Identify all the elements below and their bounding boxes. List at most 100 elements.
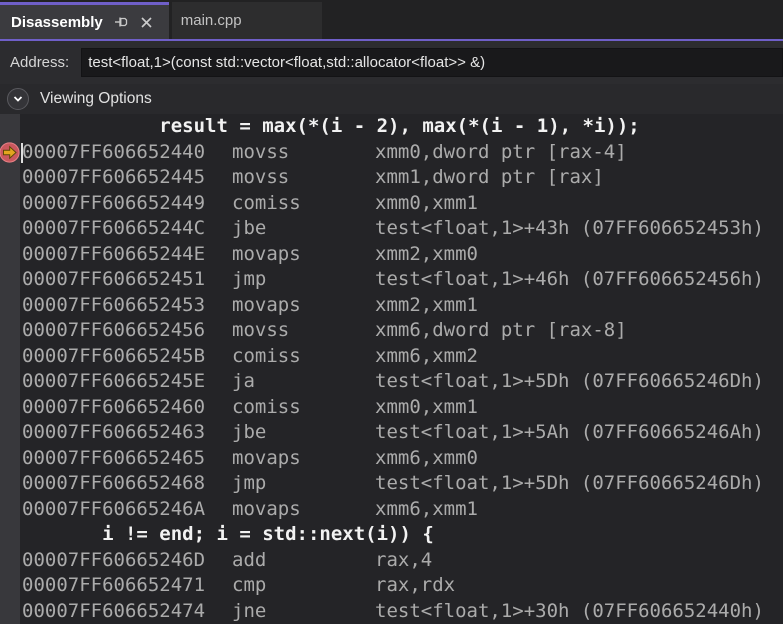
instruction-operands: xmm6,dword ptr [rax-8] [375,319,627,341]
instruction-mnemonic: movss [232,166,290,188]
instruction-mnemonic: comiss [232,191,301,214]
tab-disassembly-label: Disassembly [11,13,103,31]
instruction-row[interactable]: 00007FF606652451 jmp test<float,1>+46h (07… [0,267,783,293]
instruction-operands: xmm6,xmm0 [375,446,478,469]
instruction-line: 00007FF606652451 jmp test<float,1>+46h (07… [20,267,764,293]
viewing-options-header[interactable]: Viewing Options [0,84,783,114]
instruction-mnemonic: jmp [232,472,267,494]
breakpoint-gutter[interactable] [0,598,20,624]
breakpoint-gutter[interactable] [0,573,20,599]
instruction-row[interactable]: 00007FF606652445 movss xmm1,dword ptr [rax… [0,165,783,191]
instruction-line: 00007FF606652456 movss xmm6,dword ptr [rax… [20,318,627,344]
breakpoint-gutter[interactable] [0,471,20,497]
source-line: i != end; i = std::next(i)) { [20,522,434,548]
breakpoint-gutter[interactable] [0,139,20,165]
instruction-mnemonic: jmp [232,268,267,290]
instruction-operands: test<float,1>+5Ah (07FF60665246Ah) [375,421,764,443]
viewing-options-label: Viewing Options [40,90,152,107]
instruction-line: 00007FF606652449 comiss xmm0,xmm1 [20,191,478,217]
instruction-row[interactable]: 00007FF60665245E ja test<float,1>+5Dh (07F… [0,369,783,395]
instruction-address: 00007FF606652445 [22,166,206,188]
tab-disassembly[interactable]: Disassembly [0,2,169,39]
instruction-address: 00007FF606652460 [22,395,206,418]
instruction-row[interactable]: 00007FF60665245B comiss xmm6,xmm2 [0,343,783,369]
instruction-row[interactable]: 00007FF606652463 jbe test<float,1>+5Ah (07… [0,420,783,446]
source-line-row[interactable]: i != end; i = std::next(i)) { [0,522,783,548]
instruction-mnemonic: jne [232,599,267,622]
breakpoint-gutter[interactable] [0,369,20,395]
instruction-row[interactable]: 00007FF60665246D add rax,4 [0,547,783,574]
breakpoint-gutter[interactable] [0,394,20,420]
disassembly-listing: result = max(*(i - 2), max(*(i - 1), *i)… [0,114,783,624]
instruction-line: 00007FF606652468 jmp test<float,1>+5Dh (07… [20,471,764,497]
instruction-address: 00007FF606652474 [22,599,206,622]
instruction-row[interactable]: 00007FF606652456 movss xmm6,dword ptr [rax… [0,318,783,344]
tab-main-cpp-label: main.cpp [180,12,242,29]
instruction-line: 00007FF606652445 movss xmm1,dword ptr [rax… [20,165,604,191]
instruction-row[interactable]: 00007FF60665244C jbe test<float,1>+43h (07… [0,216,783,242]
instruction-operands: xmm0,xmm1 [375,395,478,418]
breakpoint-gutter[interactable] [0,216,20,242]
instruction-row[interactable]: 00007FF606652440 movss xmm0,dword ptr [rax… [0,139,783,166]
breakpoint-gutter[interactable] [0,445,20,471]
breakpoint-gutter[interactable] [0,522,20,548]
breakpoint-gutter[interactable] [0,420,20,446]
instruction-operands: xmm6,xmm1 [375,497,478,520]
instruction-row[interactable]: 00007FF606652453 movaps xmm2,xmm1 [0,292,783,319]
instruction-row[interactable]: 00007FF606652449 comiss xmm0,xmm1 [0,190,783,217]
instruction-row[interactable]: 00007FF606652465 movaps xmm6,xmm0 [0,445,783,471]
breakpoint-gutter[interactable] [0,496,20,522]
breakpoint-gutter[interactable] [0,343,20,369]
breakpoint-gutter[interactable] [0,165,20,191]
breakpoint-gutter[interactable] [0,241,20,267]
instruction-address: 00007FF606652463 [22,421,206,443]
instruction-row[interactable]: 00007FF606652460 comiss xmm0,xmm1 [0,394,783,421]
breakpoint-gutter[interactable] [0,547,20,573]
instruction-operands: rax,rdx [375,574,456,596]
instruction-mnemonic: jbe [232,421,267,443]
instruction-line: 00007FF60665244C jbe test<float,1>+43h (07… [20,216,764,242]
instruction-operands: xmm1,dword ptr [rax] [375,166,604,188]
source-code-text: result = max(*(i - 2), max(*(i - 1), *i)… [22,115,640,137]
instruction-line: 00007FF606652460 comiss xmm0,xmm1 [20,395,478,421]
breakpoint-gutter[interactable] [0,292,20,318]
instruction-address: 00007FF606652451 [22,268,206,290]
address-label: Address: [10,54,70,71]
pin-icon[interactable] [113,14,129,30]
source-line: result = max(*(i - 2), max(*(i - 1), *i)… [20,114,640,140]
instruction-line: 00007FF606652440 movss xmm0,dword ptr [rax… [20,140,627,166]
instruction-row[interactable]: 00007FF606652474 jne test<float,1>+30h (07… [0,598,783,624]
tab-main-cpp[interactable]: main.cpp [171,2,322,39]
instruction-row[interactable]: 00007FF606652468 jmp test<float,1>+5Dh (07… [0,471,783,497]
instruction-mnemonic: comiss [232,344,301,367]
instruction-mnemonic: comiss [232,395,301,418]
instruction-operands: test<float,1>+43h (07FF606652453h) [375,217,764,239]
address-input[interactable] [81,48,783,77]
close-icon[interactable] [139,14,155,30]
instruction-row[interactable]: 00007FF606652471 cmp rax,rdx [0,573,783,599]
breakpoint-gutter[interactable] [0,318,20,344]
breakpoint-gutter[interactable] [0,190,20,216]
chevron-down-icon[interactable] [7,88,29,110]
breakpoint-gutter[interactable] [0,267,20,293]
instruction-line: 00007FF606652474 jne test<float,1>+30h (07… [20,599,764,624]
instruction-operands: xmm2,xmm1 [375,293,478,316]
instruction-address: 00007FF606652453 [22,293,206,316]
instruction-line: 00007FF606652453 movaps xmm2,xmm1 [20,293,478,319]
instruction-line: 00007FF60665246D add rax,4 [20,548,432,574]
instruction-row[interactable]: 00007FF60665244E movaps xmm2,xmm0 [0,241,783,267]
instruction-operands: xmm0,xmm1 [375,191,478,214]
breakpoint-gutter[interactable] [0,114,20,140]
tab-bar: Disassembly main.cpp [0,0,783,39]
instruction-operands: rax,4 [375,548,433,571]
instruction-address: 00007FF606652465 [22,446,206,469]
instruction-mnemonic: movaps [232,293,301,316]
instruction-address: 00007FF606652468 [22,472,206,494]
source-line-row[interactable]: result = max(*(i - 2), max(*(i - 1), *i)… [0,114,783,140]
instruction-address: 00007FF60665246A [22,497,206,520]
instruction-operands: test<float,1>+30h (07FF606652440h) [375,599,764,622]
instruction-mnemonic: ja [232,370,255,392]
instruction-address: 00007FF60665245E [22,370,206,392]
instruction-row[interactable]: 00007FF60665246A movaps xmm6,xmm1 [0,496,783,522]
instruction-operands: test<float,1>+5Dh (07FF60665246Dh) [375,370,764,392]
